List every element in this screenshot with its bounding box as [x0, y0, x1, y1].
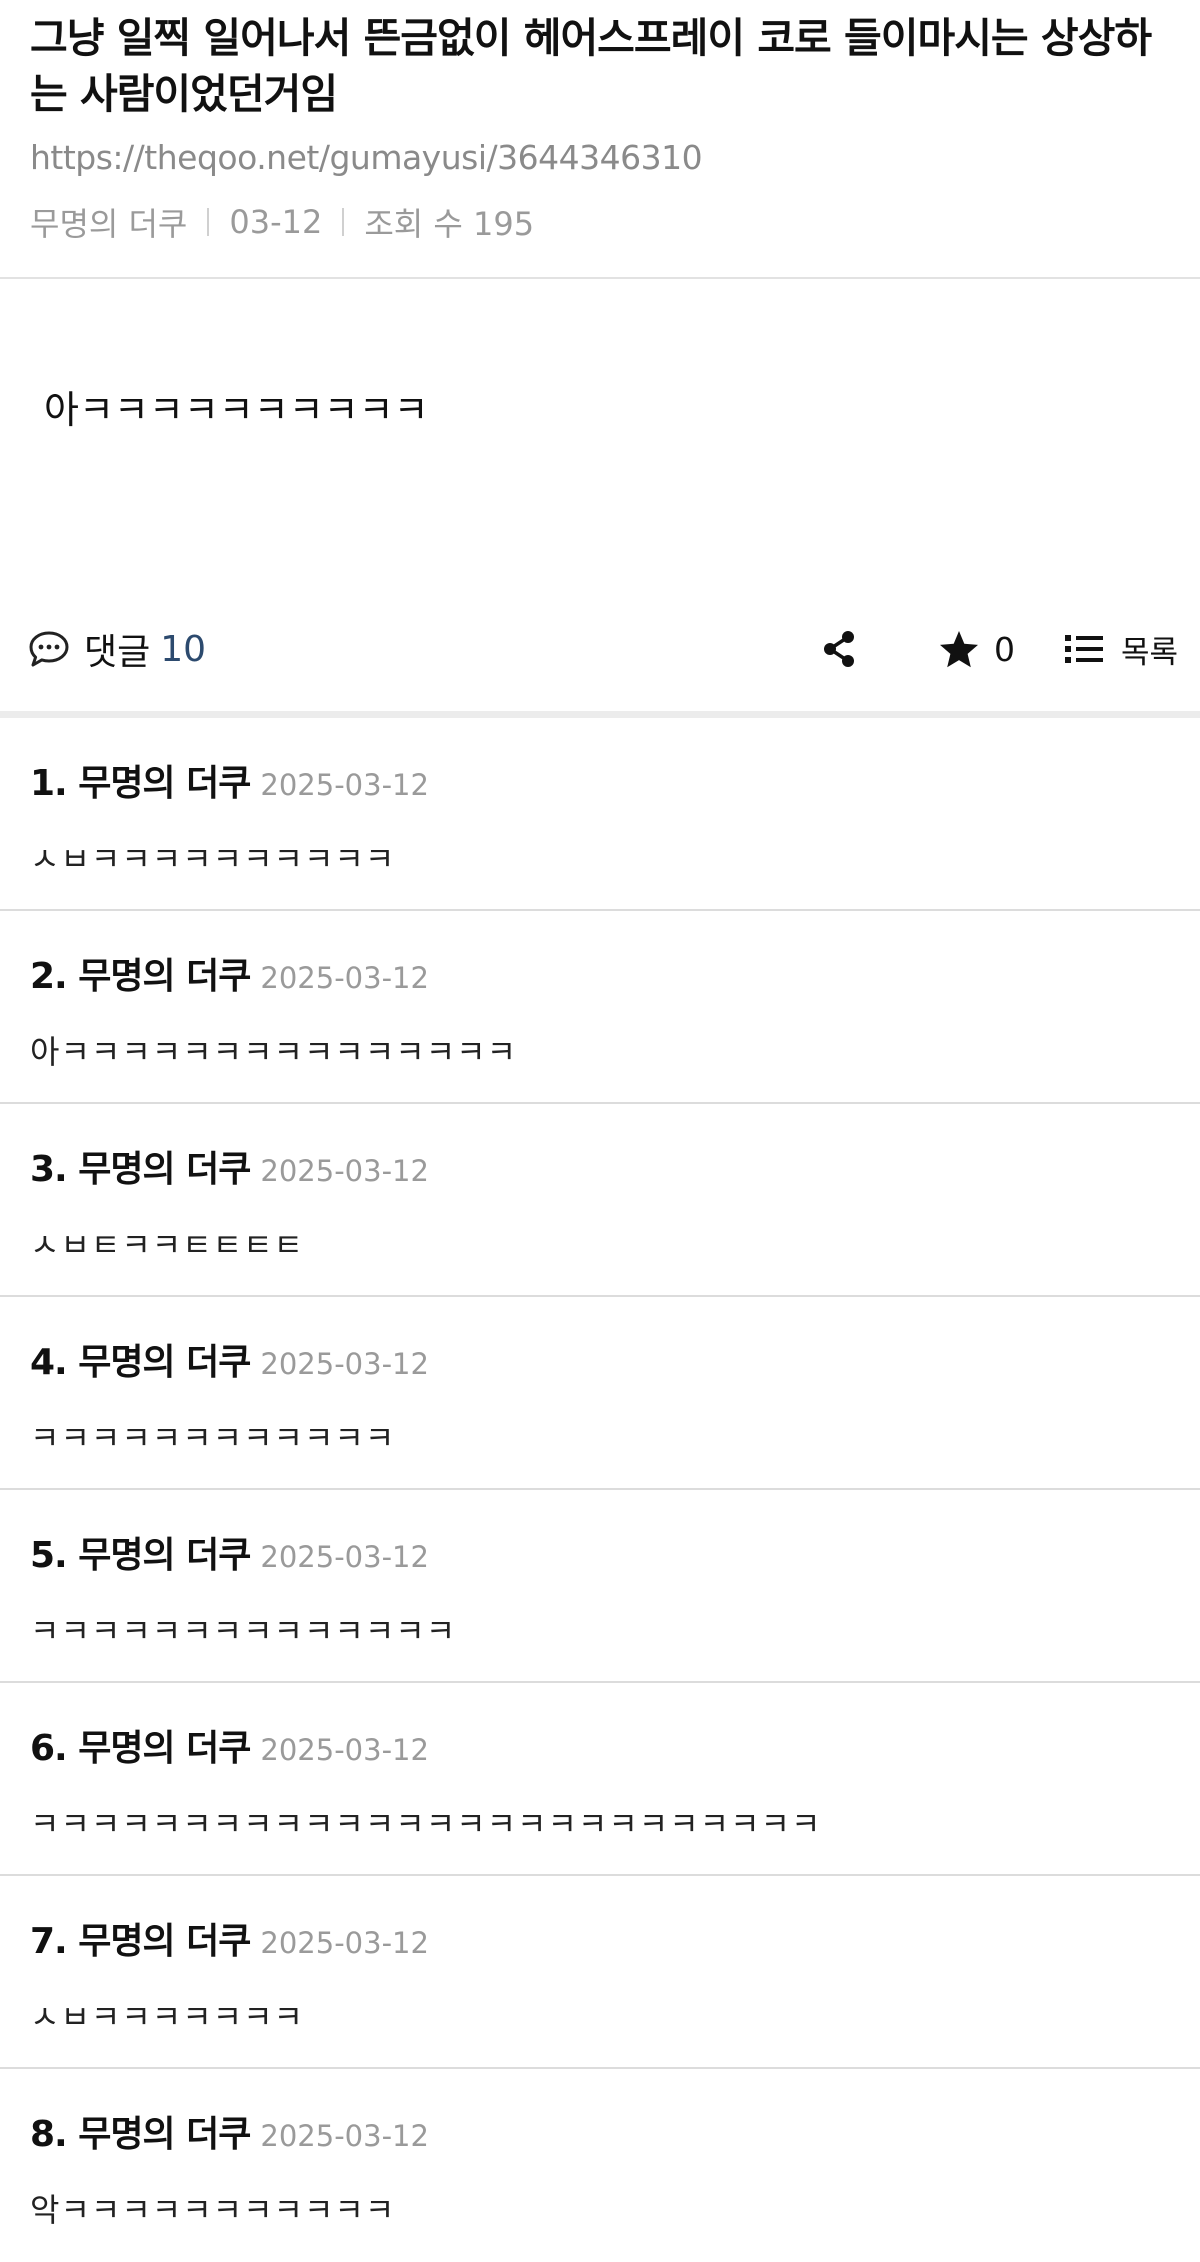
speech-bubble-icon [28, 630, 70, 668]
comment-text: ㅅㅂㅋㅋㅋㅋㅋㅋㅋㅋㅋㅋ [30, 840, 396, 878]
comment-author[interactable]: 7. 무명의 더쿠 [30, 1912, 251, 1964]
comment-text: ㅋㅋㅋㅋㅋㅋㅋㅋㅋㅋㅋㅋ [30, 1419, 396, 1457]
meta-divider [342, 208, 345, 236]
comment-date: 2025-03-12 [260, 1347, 429, 1381]
comment-date: 2025-03-12 [260, 1540, 429, 1574]
comment-item: 4. 무명의 더쿠 2025-03-12 ㅋㅋㅋㅋㅋㅋㅋㅋㅋㅋㅋㅋ [0, 1297, 1200, 1490]
comment-label: 댓글 [84, 632, 151, 673]
star-count: 0 [993, 629, 1015, 669]
comment-item: 8. 무명의 더쿠 2025-03-12 악ㅋㅋㅋㅋㅋㅋㅋㅋㅋㅋㅋ [0, 2069, 1200, 2262]
post-title: 그냥 일찍 일어나서 뜬금없이 헤어스프레이 코로 들이마시는 상상하는 사람이… [30, 14, 1152, 118]
comment-date: 2025-03-12 [260, 1926, 429, 1960]
comment-text: 아ㅋㅋㅋㅋㅋㅋㅋㅋㅋㅋㅋㅋㅋㅋㅋ [30, 1033, 518, 1071]
comment-date: 2025-03-12 [260, 961, 429, 995]
comment-author[interactable]: 1. 무명의 더쿠 [30, 754, 251, 806]
post-body: 아ㅋㅋㅋㅋㅋㅋㅋㅋㅋㅋ [44, 388, 429, 432]
section-divider [0, 711, 1200, 718]
meta-divider [207, 208, 210, 236]
comment-item: 2. 무명의 더쿠 2025-03-12 아ㅋㅋㅋㅋㅋㅋㅋㅋㅋㅋㅋㅋㅋㅋㅋ [0, 911, 1200, 1104]
list-button-label[interactable]: 목록 [1121, 627, 1178, 672]
comment-summary[interactable]: 댓글 10 [28, 623, 206, 675]
post-meta: 무명의 더쿠 03-12 조회 수 195 [30, 199, 1170, 245]
comment-date: 2025-03-12 [260, 1154, 429, 1188]
comment-date: 2025-03-12 [260, 768, 429, 802]
post-author[interactable]: 무명의 더쿠 [30, 199, 187, 245]
comment-text: ㅋㅋㅋㅋㅋㅋㅋㅋㅋㅋㅋㅋㅋㅋ [30, 1612, 457, 1650]
comment-count: 10 [160, 628, 207, 670]
comment-item: 7. 무명의 더쿠 2025-03-12 ㅅㅂㅋㅋㅋㅋㅋㅋㅋ [0, 1876, 1200, 2069]
comment-item: 5. 무명의 더쿠 2025-03-12 ㅋㅋㅋㅋㅋㅋㅋㅋㅋㅋㅋㅋㅋㅋ [0, 1490, 1200, 1683]
comment-author[interactable]: 6. 무명의 더쿠 [30, 1719, 251, 1771]
comment-text: ㅋㅋㅋㅋㅋㅋㅋㅋㅋㅋㅋㅋㅋㅋㅋㅋㅋㅋㅋㅋㅋㅋㅋㅋㅋㅋ [30, 1805, 822, 1843]
comment-text: ㅅㅂㅌㅋㅋㅌㅌㅌㅌ [30, 1226, 304, 1264]
comment-list: 1. 무명의 더쿠 2025-03-12 ㅅㅂㅋㅋㅋㅋㅋㅋㅋㅋㅋㅋ 2. 무명의… [0, 718, 1200, 2262]
comment-text: 악ㅋㅋㅋㅋㅋㅋㅋㅋㅋㅋㅋ [30, 2191, 396, 2229]
comment-author[interactable]: 5. 무명의 더쿠 [30, 1526, 251, 1578]
post-url[interactable]: https://theqoo.net/gumayusi/3644346310 [30, 138, 1170, 177]
list-icon[interactable] [1064, 633, 1103, 665]
comment-author[interactable]: 4. 무명의 더쿠 [30, 1333, 251, 1385]
comment-item: 3. 무명의 더쿠 2025-03-12 ㅅㅂㅌㅋㅋㅌㅌㅌㅌ [0, 1104, 1200, 1297]
action-buttons: 0 목록 [822, 609, 1178, 689]
post-actions: 댓글 10 0 목록 [0, 609, 1200, 689]
comment-author[interactable]: 2. 무명의 더쿠 [30, 947, 251, 999]
comment-text: ㅅㅂㅋㅋㅋㅋㅋㅋㅋ [30, 1998, 304, 2036]
post-views: 조회 수 195 [364, 205, 535, 243]
comment-date: 2025-03-12 [260, 2119, 429, 2153]
comment-item: 6. 무명의 더쿠 2025-03-12 ㅋㅋㅋㅋㅋㅋㅋㅋㅋㅋㅋㅋㅋㅋㅋㅋㅋㅋㅋ… [0, 1683, 1200, 1876]
comment-author[interactable]: 8. 무명의 더쿠 [30, 2105, 251, 2157]
comment-item: 1. 무명의 더쿠 2025-03-12 ㅅㅂㅋㅋㅋㅋㅋㅋㅋㅋㅋㅋ [0, 718, 1200, 911]
post-header: 그냥 일찍 일어나서 뜬금없이 헤어스프레이 코로 들이마시는 상상하는 사람이… [0, 0, 1200, 245]
star-icon[interactable] [938, 629, 980, 669]
post-date: 03-12 [229, 203, 323, 241]
share-icon[interactable] [822, 630, 856, 668]
comment-author[interactable]: 3. 무명의 더쿠 [30, 1140, 251, 1192]
comment-date: 2025-03-12 [260, 1733, 429, 1767]
